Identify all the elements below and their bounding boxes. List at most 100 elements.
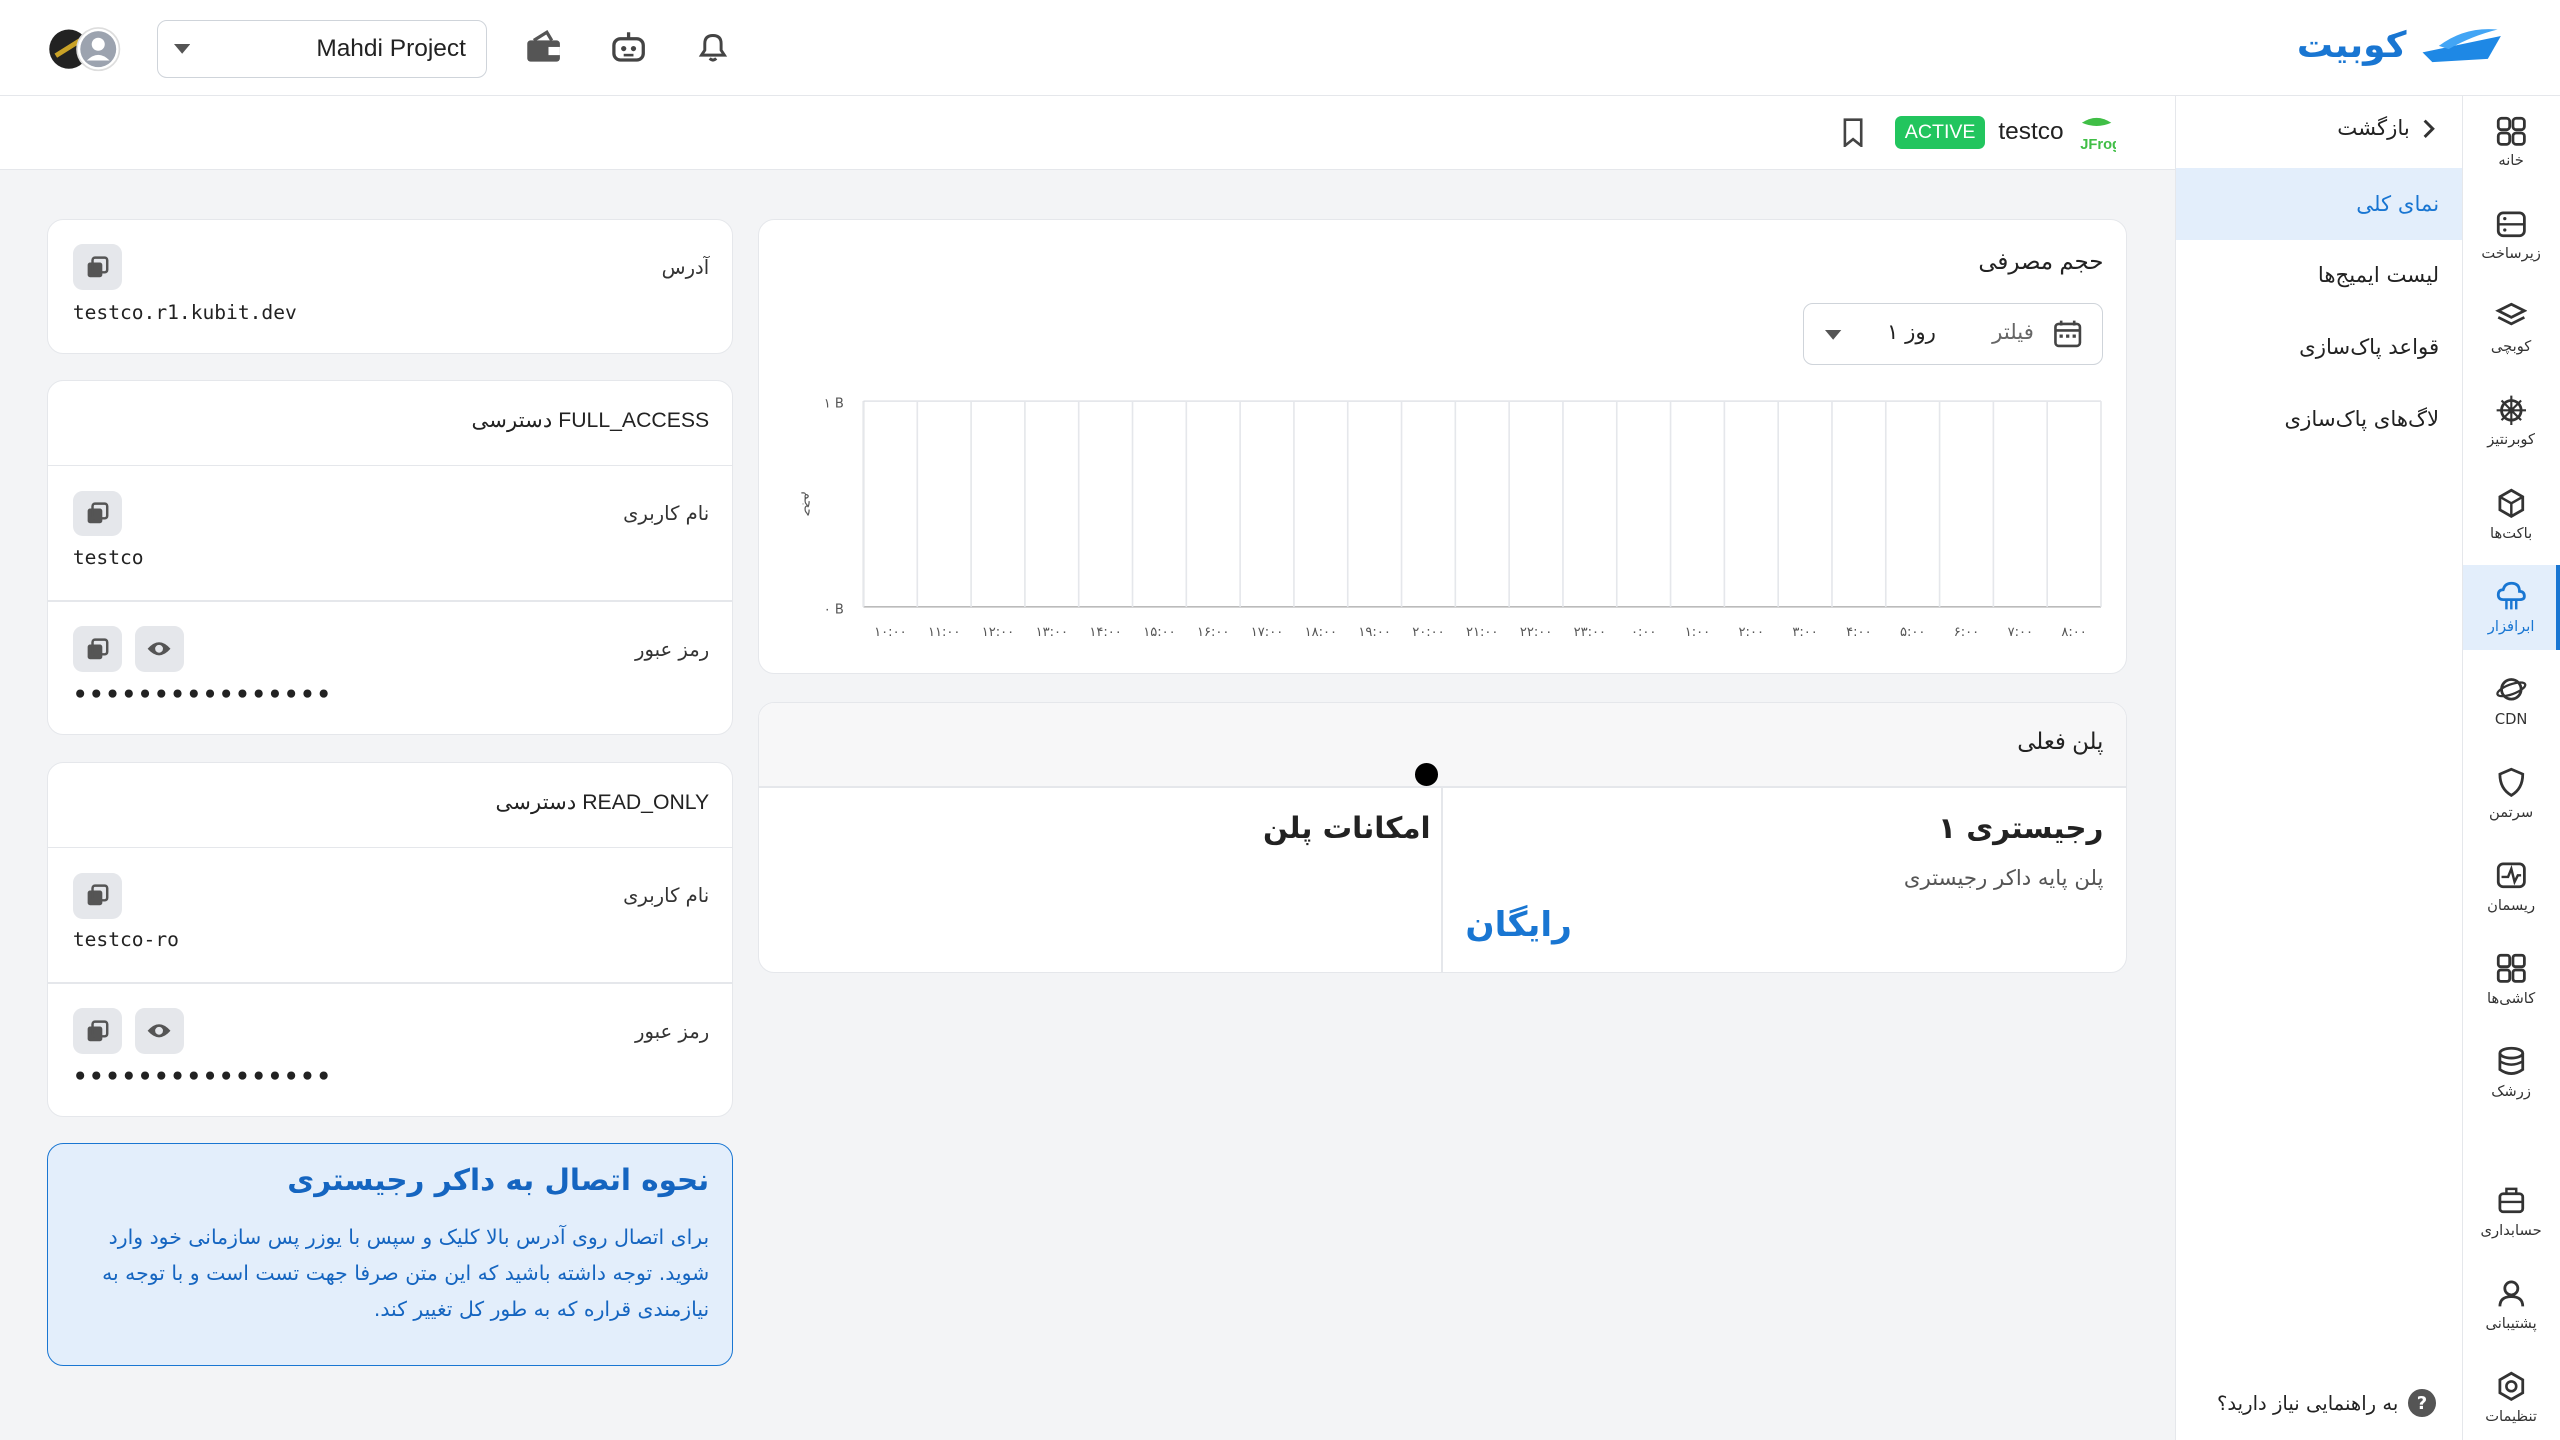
bookmark-icon[interactable]	[1840, 117, 1866, 147]
copy-icon	[87, 1020, 109, 1041]
copy-icon	[87, 638, 109, 659]
tiles-icon	[2496, 954, 2526, 984]
filter-label: فیلتر	[1992, 320, 2034, 346]
time-filter-select[interactable]: فیلتر ۱ روز	[1803, 303, 2104, 366]
plan-section-title: پلن فعلی	[2017, 727, 2104, 754]
rail-item-12[interactable]: پشتیبانی	[2463, 1262, 2559, 1347]
rail-label: خانه	[2498, 152, 2524, 170]
subnav-label: لاگ‌های پاک‌سازی	[2284, 407, 2440, 433]
x-tick-label: ۵:۰۰	[1899, 625, 1924, 640]
rail-item-3[interactable]: کوبرنتیز	[2463, 379, 2559, 464]
eye-icon	[147, 642, 171, 656]
rail-item-6[interactable]: CDN	[2463, 658, 2559, 743]
rail-item-1[interactable]: زیرساخت	[2463, 193, 2559, 278]
x-tick-label: ۲۲:۰۰	[1519, 625, 1551, 640]
subnav-item-overview[interactable]: نمای کلی	[2176, 168, 2462, 240]
planet-icon	[2496, 678, 2527, 701]
helm-icon	[2496, 395, 2526, 425]
x-tick-label: ۱۰:۰۰	[874, 625, 906, 640]
avatar-group[interactable]	[46, 23, 124, 75]
brand-logo[interactable]: کوبیت	[2297, 23, 2508, 69]
rail-label: حسابداری	[2480, 1221, 2542, 1239]
page-title: testco	[1998, 118, 2064, 146]
settings-icon	[2498, 1371, 2524, 1402]
rail-item-2[interactable]: کوبچی	[2463, 286, 2559, 371]
rail-item-8[interactable]: ریسمان	[2463, 844, 2559, 929]
main-rail: خانه زیرساخت کوبچی کوبرنتیز باکت‌ها ابرافزار C…	[2461, 96, 2560, 1440]
jfrog-logo-icon: JFrog	[2080, 117, 2116, 152]
subnav-item-images[interactable]: لیست ایمیج‌ها	[2176, 240, 2462, 312]
project-select[interactable]: Mahdi Project	[156, 19, 487, 79]
cloud-icon	[2496, 581, 2526, 610]
x-tick-label: ۱۹:۰۰	[1358, 625, 1390, 640]
pulse-icon	[2496, 862, 2526, 889]
rail-item-0[interactable]: خانه	[2463, 100, 2559, 185]
bell-icon[interactable]	[692, 26, 734, 68]
rail-item-7[interactable]: سرتمن	[2463, 751, 2559, 836]
rail-item-9[interactable]: کاشی‌ها	[2463, 937, 2559, 1022]
x-tick-label: ۸:۰۰	[2061, 625, 2086, 640]
usage-chart: ۰ B ۱ B حجم ۱۰:۰۰ ۱۱:۰۰ ۱۲:۰۰ ۱۳:۰۰ ۱۴:۰۰ ۱۵:۰۰ ۱…	[800, 397, 2102, 640]
x-tick-label: ۲۳:۰۰	[1573, 625, 1605, 640]
subnav-label: نمای کلی	[2356, 191, 2440, 217]
plan-description: پلن پایه داکر رجیستری	[1903, 866, 2104, 892]
back-label: بازگشت	[2337, 115, 2410, 141]
show-password-button[interactable]	[134, 626, 184, 672]
back-link[interactable]: بازگشت	[2337, 116, 2436, 141]
plan-name: رجیستری ۱	[1938, 810, 2104, 845]
plan-price: رایگان	[1465, 905, 1572, 946]
username-value: testco	[72, 546, 144, 570]
password-label: رمز عبور	[635, 1019, 710, 1043]
address-value[interactable]: testco.r1.kubit.dev	[73, 301, 297, 324]
robot-icon[interactable]	[607, 26, 649, 68]
copy-icon	[87, 502, 109, 524]
full-access-title: دسترسی FULL_ACCESS	[471, 408, 710, 432]
info-body: برای اتصال روی آدرس بالا کلیک و سپس با ی…	[102, 1225, 710, 1322]
rail-label: زرشک	[2491, 1082, 2531, 1100]
plan-card: پلن فعلی رجیستری ۱ پلن پایه داکر رجیستری…	[757, 702, 2128, 974]
y-tick-label: ۱ B	[823, 397, 843, 412]
rail-label: کاشی‌ها	[2486, 989, 2536, 1007]
rail-item-5[interactable]: ابرافزار	[2462, 564, 2560, 650]
rail-label: ریسمان	[2487, 896, 2536, 914]
rail-item-4[interactable]: باکت‌ها	[2463, 472, 2559, 557]
chevron-down-icon	[1825, 330, 1842, 340]
subnav-label: قواعد پاک‌سازی	[2299, 335, 2440, 361]
calendar-icon	[2054, 320, 2082, 347]
show-password-button[interactable]	[134, 1008, 184, 1054]
server-icon	[2496, 211, 2526, 237]
copy-address-button[interactable]	[72, 244, 122, 290]
read-only-card: دسترسی READ_ONLY نام کاربری testco-ro رم…	[47, 762, 734, 1117]
copy-password-button[interactable]	[72, 626, 122, 672]
help-link[interactable]: به راهنمایی نیاز دارید؟ ?	[2217, 1389, 2436, 1418]
copy-username-button[interactable]	[72, 872, 122, 919]
subnav-item-cleanup-logs[interactable]: لاگ‌های پاک‌سازی	[2176, 384, 2462, 456]
x-tick-label: ۷:۰۰	[2007, 625, 2032, 640]
rail-label: ابرافزار	[2487, 617, 2535, 635]
rail-item-13[interactable]: تنظیمات	[2463, 1355, 2559, 1440]
x-tick-label: ۱۶:۰۰	[1197, 625, 1229, 640]
x-tick-label: ۲۰:۰۰	[1412, 625, 1444, 640]
copy-password-button[interactable]	[72, 1008, 122, 1054]
rail-label: پشتیبانی	[2485, 1314, 2537, 1332]
plan-marker	[1414, 763, 1438, 787]
x-tick-label: ۲۱:۰۰	[1466, 625, 1498, 640]
password-label: رمز عبور	[635, 637, 710, 661]
project-select-value: Mahdi Project	[316, 34, 466, 62]
rail-item-11[interactable]: حسابداری	[2463, 1169, 2559, 1254]
brand-name: کوبیت	[2296, 25, 2407, 67]
rail-label: کوبرنتیز	[2487, 431, 2536, 449]
x-tick-label: ۱۷:۰۰	[1250, 625, 1282, 640]
sub-sidebar: بازگشت نمای کلی لیست ایمیج‌ها قواعد پاک‌…	[2174, 96, 2462, 1440]
copy-username-button[interactable]	[72, 490, 122, 537]
cube-icon	[2498, 488, 2524, 518]
rail-item-10[interactable]: زرشک	[2463, 1030, 2559, 1115]
password-value: ••••••••••••••••	[72, 681, 333, 708]
x-tick-label: ۱۴:۰۰	[1089, 625, 1121, 640]
x-tick-label: ۱۲:۰۰	[981, 625, 1013, 640]
eye-icon	[147, 1024, 171, 1038]
subnav-item-cleanup-rules[interactable]: قواعد پاک‌سازی	[2176, 312, 2462, 384]
wallet-icon[interactable]	[522, 26, 564, 68]
username-label: نام کاربری	[623, 884, 710, 908]
address-card: آدرس testco.r1.kubit.dev	[47, 218, 734, 355]
